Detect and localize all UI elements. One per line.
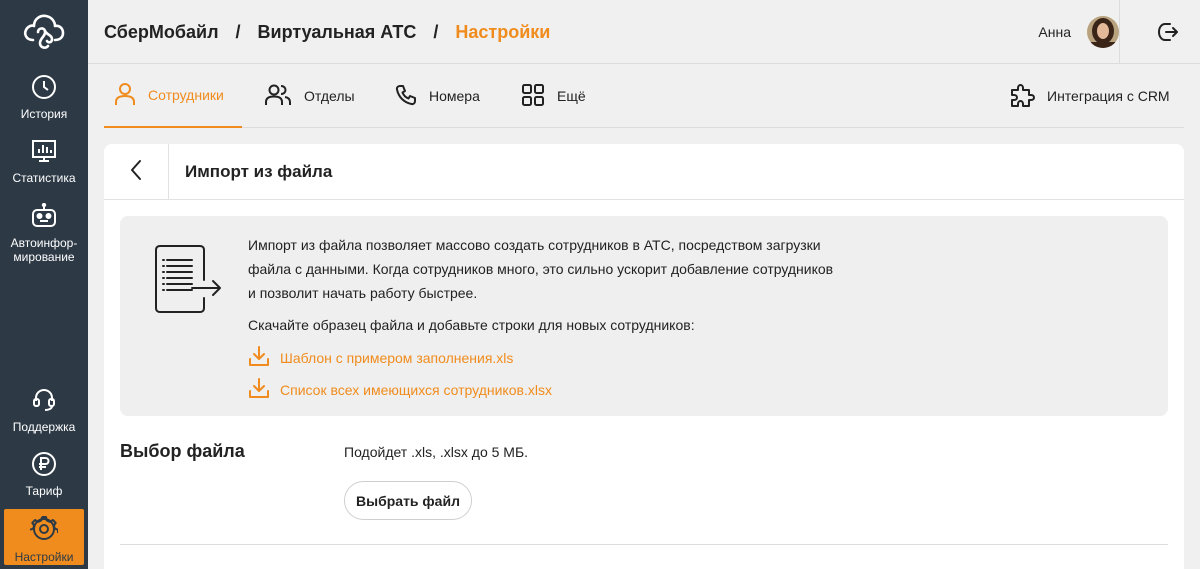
breadcrumb-separator: / [235,21,241,42]
cloud-logo-icon[interactable] [22,12,66,52]
headset-icon [31,387,57,420]
ruble-icon [31,451,57,484]
breadcrumb-current: Настройки [455,21,551,42]
chevron-left-icon [129,159,143,186]
people-icon [264,83,304,110]
info-line: и позволит начать работу быстрее. [248,285,478,301]
sidebar-item-settings[interactable]: Настройки [4,509,84,565]
user-menu[interactable]: Анна [1038,0,1119,64]
info-line: Импорт из файла позволяет массово создат… [248,237,821,253]
info-panel: Импорт из файла позволяет массово создат… [120,216,1168,416]
tab-more[interactable]: Ещё [521,64,586,128]
breadcrumb: СберМобайл / Виртуальная АТС / Настройки [104,0,550,64]
tab-label: Отделы [304,88,355,104]
download-icon [248,377,280,402]
sidebar-item-label: Настройки [14,550,74,564]
sidebar: История Статистика Автоинфор- мирование … [0,0,88,569]
logout-icon[interactable] [1156,20,1180,44]
file-section-title: Выбор файла [120,441,245,461]
sidebar-item-label-line1: Автоинфор- [10,236,78,250]
topbar: СберМобайл / Виртуальная АТС / Настройки… [88,0,1200,64]
choose-file-button[interactable]: Выбрать файл [344,481,472,520]
tab-employees[interactable]: Сотрудники [104,64,242,128]
import-card: Импорт из файла Импорт из файла позволяе… [104,144,1184,569]
breadcrumb-item[interactable]: СберМобайл [104,22,219,43]
tab-label: Сотрудники [148,87,224,103]
link-label: Шаблон с примером заполнения.xls [280,349,514,366]
breadcrumb-item[interactable]: Виртуальная АТС [258,22,417,43]
user-name: Анна [1038,24,1071,40]
phone-icon [395,84,429,109]
sidebar-item-autoinform[interactable]: Автоинфор- мирование [4,202,84,265]
sidebar-item-history[interactable]: История [4,74,84,124]
sidebar-item-tariff[interactable]: Тариф [4,451,84,501]
download-icon [248,345,280,370]
tab-crm-integration[interactable]: Интеграция с CRM [1009,64,1170,128]
sidebar-item-label: Поддержка [12,420,76,434]
document-import-icon [154,244,224,321]
divider [120,544,1168,545]
breadcrumb-separator: / [433,21,439,42]
sidebar-item-statistics[interactable]: Статистика [4,138,84,188]
avatar[interactable] [1087,16,1119,48]
tab-label: Интеграция с CRM [1047,88,1170,104]
info-line: файла с данными. Когда сотрудников много… [248,261,834,277]
person-icon [114,82,148,109]
download-hint: Скачайте образец файла и добавьте строки… [248,317,695,333]
file-format-hint: Подойдет .xls, .xlsx до 5 МБ. [344,444,529,460]
card-header: Импорт из файла [104,144,1184,200]
robot-icon [30,202,58,236]
chart-monitor-icon [31,138,57,171]
page-title: Импорт из файла [185,162,333,181]
divider [1119,0,1120,64]
tab-departments[interactable]: Отделы [264,64,355,128]
puzzle-icon [1009,82,1047,111]
clock-icon [31,74,57,107]
gear-icon [29,515,59,550]
tab-label: Ещё [557,88,586,104]
link-label: Список всех имеющихся сотрудников.xlsx [280,381,552,398]
tab-label: Номера [429,88,480,104]
sidebar-item-label: Тариф [25,484,63,498]
download-employees-link[interactable]: Список всех имеющихся сотрудников.xlsx [248,377,552,402]
sidebar-item-label: Статистика [12,171,76,185]
grid-icon [521,83,557,110]
sidebar-item-label: История [20,107,68,121]
tab-numbers[interactable]: Номера [395,64,480,128]
sidebar-item-label-line2: мирование [13,250,75,264]
download-template-link[interactable]: Шаблон с примером заполнения.xls [248,345,513,370]
sidebar-item-support[interactable]: Поддержка [4,387,84,437]
back-button[interactable] [104,144,169,200]
info-description: Импорт из файла позволяет массово создат… [248,233,858,305]
tab-bar: Сотрудники Отделы Номера Ещё Интеграция … [104,64,1184,128]
